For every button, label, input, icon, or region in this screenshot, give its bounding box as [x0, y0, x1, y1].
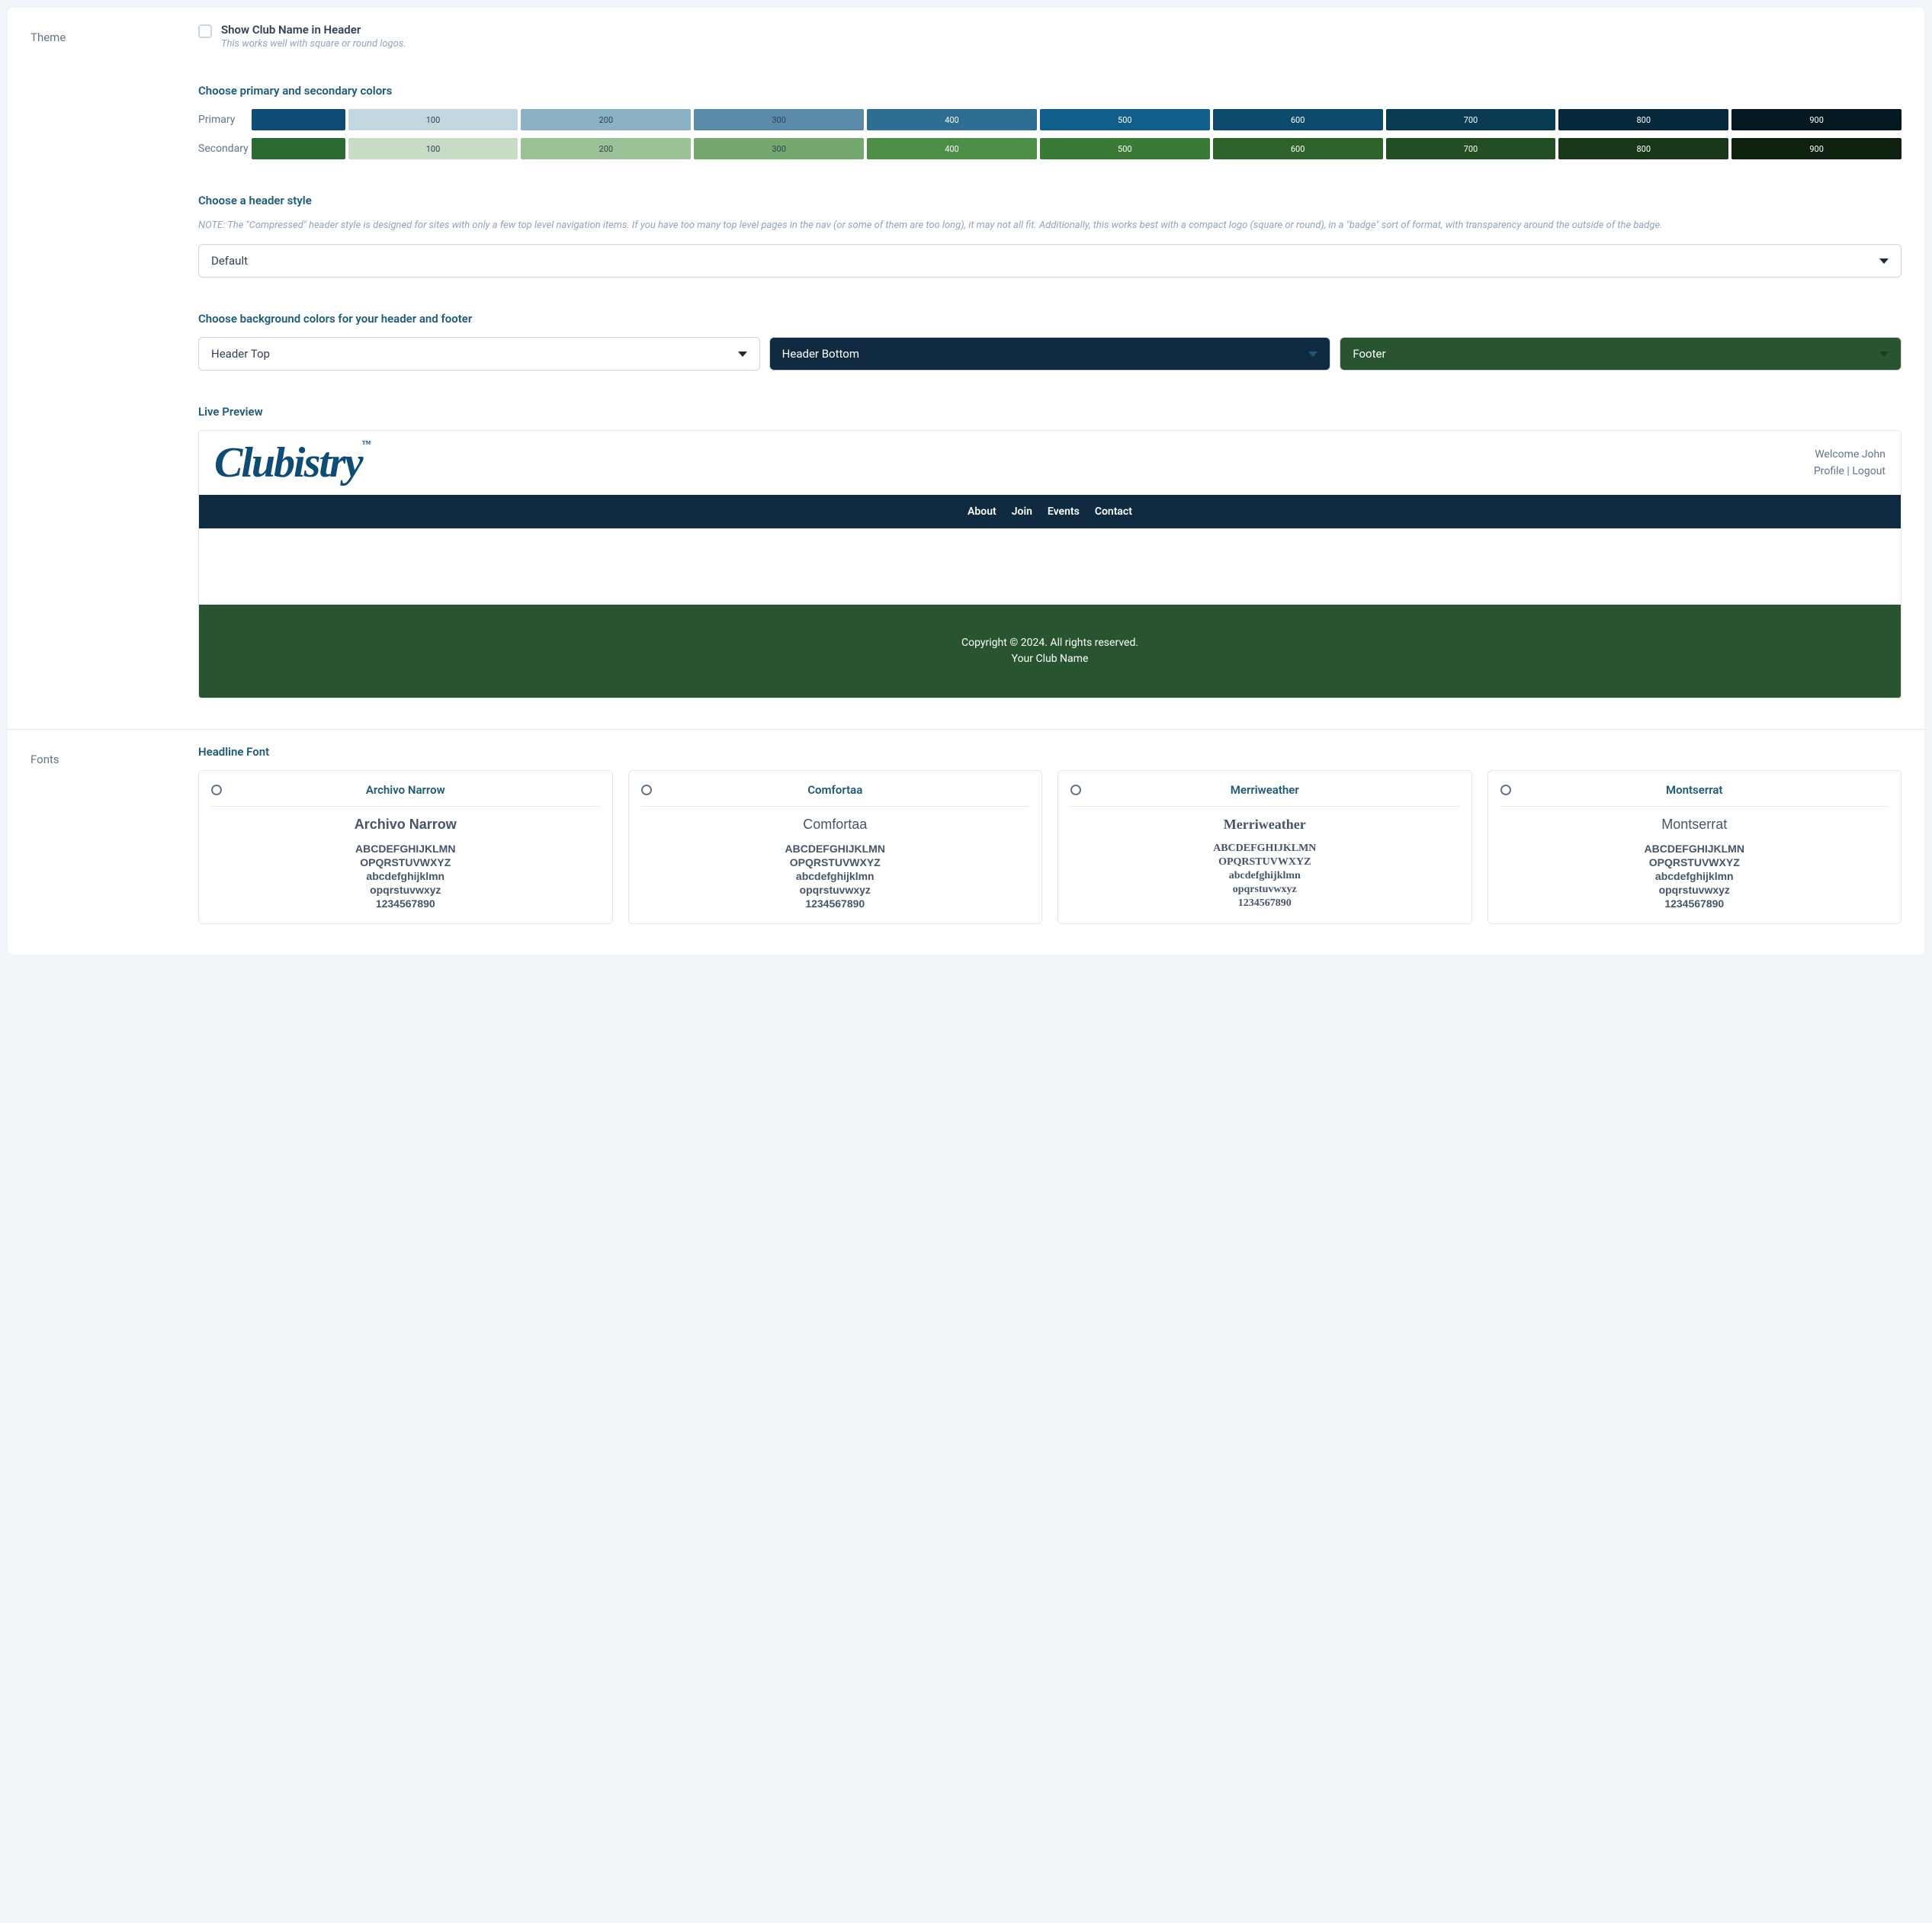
header-bottom-select[interactable]: Header Bottom: [769, 337, 1331, 371]
primary-swatch-300[interactable]: 300: [694, 109, 864, 130]
primary-base-swatch[interactable]: [252, 109, 345, 130]
theme-section: Theme Show Club Name in Header This work…: [8, 8, 1924, 730]
primary-swatch-900[interactable]: 900: [1731, 109, 1902, 130]
font-radio[interactable]: [641, 785, 652, 795]
secondary-swatch-400[interactable]: 400: [867, 138, 1037, 159]
primary-color-row: Primary 100200300400500600700800900: [198, 109, 1902, 130]
chevron-down-icon: [1879, 352, 1889, 357]
font-radio[interactable]: [211, 785, 222, 795]
header-style-select[interactable]: Default: [198, 244, 1902, 278]
preview-header: Clubistry™ Welcome John Profile | Logout: [199, 431, 1901, 495]
header-style-value: Default: [211, 254, 248, 268]
primary-swatch-200[interactable]: 200: [521, 109, 691, 130]
primary-swatch-800[interactable]: 800: [1558, 109, 1728, 130]
font-sample: Archivo NarrowABCDEFGHIJKLMNOPQRSTUVWXYZ…: [211, 816, 600, 910]
font-radio[interactable]: [1070, 785, 1081, 795]
secondary-swatch-800[interactable]: 800: [1558, 138, 1728, 159]
fonts-section: Fonts Headline Font Archivo NarrowArchiv…: [8, 730, 1924, 954]
primary-label: Primary: [198, 114, 252, 126]
bg-colors-heading: Choose background colors for your header…: [198, 312, 1902, 326]
font-sample: MontserratABCDEFGHIJKLMNOPQRSTUVWXYZabcd…: [1500, 816, 1889, 910]
secondary-swatch-100[interactable]: 100: [348, 138, 518, 159]
primary-swatch-500[interactable]: 500: [1040, 109, 1210, 130]
show-club-name-checkbox[interactable]: [198, 24, 212, 38]
footer-value: Footer: [1353, 347, 1385, 361]
header-style-note: NOTE: The "Compressed" header style is d…: [198, 219, 1902, 233]
primary-swatch-600[interactable]: 600: [1213, 109, 1383, 130]
welcome-text: Welcome John: [1814, 446, 1885, 463]
fonts-section-label: Fonts: [30, 753, 198, 766]
font-sample: MerriweatherABCDEFGHIJKLMNOPQRSTUVWXYZab…: [1070, 816, 1459, 910]
secondary-label: Secondary: [198, 143, 252, 155]
nav-item-contact[interactable]: Contact: [1095, 506, 1132, 518]
live-preview-heading: Live Preview: [198, 405, 1902, 419]
header-top-value: Header Top: [211, 347, 270, 361]
header-top-select[interactable]: Header Top: [198, 337, 760, 371]
font-sample: ComfortaaABCDEFGHIJKLMNOPQRSTUVWXYZabcde…: [641, 816, 1030, 910]
primary-swatch-400[interactable]: 400: [867, 109, 1037, 130]
header-bottom-value: Header Bottom: [782, 347, 859, 361]
font-name-label: Montserrat: [1666, 783, 1722, 797]
show-club-name-help: This works well with square or round log…: [221, 38, 406, 50]
footer-club-name: Your Club Name: [214, 651, 1885, 667]
colors-heading: Choose primary and secondary colors: [198, 84, 1902, 98]
chevron-down-icon: [1879, 258, 1889, 264]
nav-item-join[interactable]: Join: [1012, 506, 1032, 518]
live-preview: Clubistry™ Welcome John Profile | Logout…: [198, 430, 1902, 698]
show-club-name-label: Show Club Name in Header: [221, 23, 406, 37]
secondary-swatch-300[interactable]: 300: [694, 138, 864, 159]
footer-select[interactable]: Footer: [1340, 337, 1902, 371]
preview-footer: Copyright © 2024. All rights reserved. Y…: [199, 605, 1901, 698]
primary-swatch-700[interactable]: 700: [1386, 109, 1556, 130]
font-option-montserrat[interactable]: Montserrat MontserratABCDEFGHIJKLMNOPQRST…: [1488, 770, 1902, 923]
nav-item-events[interactable]: Events: [1048, 506, 1080, 518]
headline-font-heading: Headline Font: [198, 745, 1902, 759]
theme-section-label: Theme: [30, 30, 198, 44]
footer-copyright: Copyright © 2024. All rights reserved.: [214, 635, 1885, 651]
nav-item-about[interactable]: About: [968, 506, 996, 518]
primary-swatch-100[interactable]: 100: [348, 109, 518, 130]
preview-user-info: Welcome John Profile | Logout: [1814, 446, 1885, 480]
font-radio[interactable]: [1500, 785, 1511, 795]
secondary-swatch-500[interactable]: 500: [1040, 138, 1210, 159]
font-name-label: Comfortaa: [807, 783, 862, 797]
font-name-label: Merriweather: [1231, 783, 1299, 797]
font-name-label: Archivo Narrow: [366, 783, 445, 797]
logout-link[interactable]: Logout: [1852, 465, 1885, 477]
preview-nav: About Join Events Contact: [199, 495, 1901, 528]
profile-link[interactable]: Profile: [1814, 465, 1844, 477]
chevron-down-icon: [738, 352, 747, 357]
secondary-swatch-600[interactable]: 600: [1213, 138, 1383, 159]
chevron-down-icon: [1308, 352, 1317, 357]
secondary-color-row: Secondary 100200300400500600700800900: [198, 138, 1902, 159]
preview-body: [199, 528, 1901, 605]
secondary-base-swatch[interactable]: [252, 138, 345, 159]
header-style-heading: Choose a header style: [198, 194, 1902, 207]
preview-logo: Clubistry™: [214, 438, 371, 487]
secondary-swatch-200[interactable]: 200: [521, 138, 691, 159]
secondary-swatch-700[interactable]: 700: [1386, 138, 1556, 159]
font-option-merriweather[interactable]: Merriweather MerriweatherABCDEFGHIJKLMNOP…: [1057, 770, 1472, 923]
secondary-swatch-900[interactable]: 900: [1731, 138, 1902, 159]
font-option-archivo-narrow[interactable]: Archivo Narrow Archivo NarrowABCDEFGHIJKL…: [198, 770, 613, 923]
font-option-comfortaa[interactable]: Comfortaa ComfortaaABCDEFGHIJKLMNOPQRSTUV…: [628, 770, 1043, 923]
